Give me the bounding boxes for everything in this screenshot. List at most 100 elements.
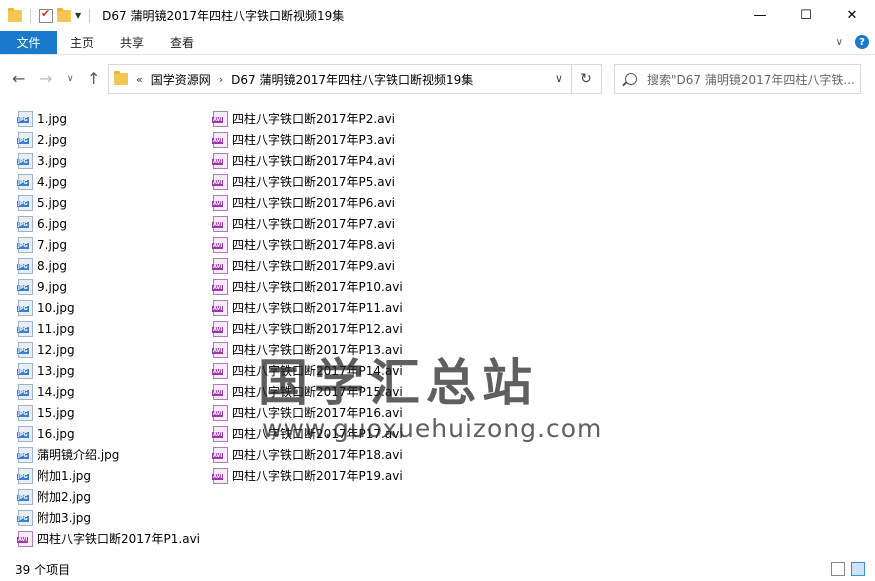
breadcrumb-separator-icon[interactable]: › <box>219 73 223 86</box>
new-folder-icon[interactable] <box>57 7 71 22</box>
avi-file-icon <box>212 467 228 484</box>
overflow-chevron-icon[interactable]: « <box>136 73 143 86</box>
tab-share[interactable]: 共享 <box>107 31 157 54</box>
file-item[interactable]: 14.jpg <box>17 381 200 402</box>
file-item[interactable]: 13.jpg <box>17 360 200 381</box>
forward-arrow-icon[interactable]: → <box>39 69 52 88</box>
file-item[interactable]: 9.jpg <box>17 276 200 297</box>
file-name: 四柱八字铁口断2017年P6.avi <box>232 196 396 210</box>
file-name: 7.jpg <box>37 237 68 252</box>
view-switcher <box>831 562 865 576</box>
file-item[interactable]: 四柱八字铁口断2017年P4.avi <box>212 150 403 171</box>
file-name: 15.jpg <box>37 405 75 420</box>
jpg-file-icon <box>17 173 33 190</box>
address-bar[interactable]: « 国学资源网 › D67 蒲明镜2017年四柱八字铁口断视频19集 ∨ <box>108 64 572 94</box>
file-item[interactable]: 四柱八字铁口断2017年P19.avi <box>212 465 403 486</box>
avi-file-icon <box>17 530 33 547</box>
file-item[interactable]: 四柱八字铁口断2017年P18.avi <box>212 444 403 465</box>
file-name: 1.jpg <box>37 111 68 126</box>
tab-view[interactable]: 查看 <box>157 31 207 54</box>
title-bar: ▼ D67 蒲明镜2017年四柱八字铁口断视频19集 — ☐ ✕ <box>0 0 875 31</box>
jpg-file-icon <box>17 152 33 169</box>
file-item[interactable]: 四柱八字铁口断2017年P3.avi <box>212 129 403 150</box>
search-input[interactable]: 搜索"D67 蒲明镜2017年四柱八字铁... <box>614 64 861 94</box>
file-item[interactable]: 四柱八字铁口断2017年P6.avi <box>212 192 403 213</box>
large-icons-view-icon[interactable] <box>851 562 865 576</box>
file-item[interactable]: 四柱八字铁口断2017年P11.avi <box>212 297 403 318</box>
file-item[interactable]: 四柱八字铁口断2017年P5.avi <box>212 171 403 192</box>
file-item[interactable]: 蒲明镜介绍.jpg <box>17 444 200 465</box>
search-placeholder: 搜索"D67 蒲明镜2017年四柱八字铁... <box>647 72 855 87</box>
file-name: 3.jpg <box>37 153 68 168</box>
avi-file-icon <box>212 173 228 190</box>
tab-file[interactable]: 文件 <box>0 31 57 54</box>
avi-file-icon <box>212 278 228 295</box>
file-name: 四柱八字铁口断2017年P12.avi <box>232 322 403 336</box>
file-item[interactable]: 6.jpg <box>17 213 200 234</box>
file-name: 6.jpg <box>37 216 68 231</box>
breadcrumb-current-folder[interactable]: D67 蒲明镜2017年四柱八字铁口断视频19集 <box>231 71 473 88</box>
file-name: 四柱八字铁口断2017年P13.avi <box>232 343 403 357</box>
file-item[interactable]: 1.jpg <box>17 108 200 129</box>
details-view-icon[interactable] <box>831 562 845 576</box>
file-item[interactable]: 4.jpg <box>17 171 200 192</box>
file-item[interactable]: 附加2.jpg <box>17 486 200 507</box>
file-item[interactable]: 四柱八字铁口断2017年P9.avi <box>212 255 403 276</box>
refresh-button[interactable]: ↻ <box>571 64 602 94</box>
file-item[interactable]: 四柱八字铁口断2017年P7.avi <box>212 213 403 234</box>
file-item[interactable]: 四柱八字铁口断2017年P2.avi <box>212 108 403 129</box>
maximize-button[interactable]: ☐ <box>783 0 829 31</box>
file-item[interactable]: 2.jpg <box>17 129 200 150</box>
search-icon <box>625 73 637 85</box>
file-item[interactable]: 四柱八字铁口断2017年P14.avi <box>212 360 403 381</box>
file-item[interactable]: 四柱八字铁口断2017年P12.avi <box>212 318 403 339</box>
expand-ribbon-icon[interactable]: ∨ <box>836 37 843 48</box>
properties-icon[interactable] <box>39 7 53 23</box>
file-item[interactable]: 四柱八字铁口断2017年P17.avi <box>212 423 403 444</box>
tab-home[interactable]: 主页 <box>57 31 107 54</box>
folder-icon <box>8 7 22 22</box>
file-item[interactable]: 5.jpg <box>17 192 200 213</box>
file-item[interactable]: 3.jpg <box>17 150 200 171</box>
help-icon[interactable]: ? <box>855 35 869 49</box>
up-arrow-icon[interactable]: ↑ <box>87 69 100 88</box>
file-name: 附加2.jpg <box>37 490 92 504</box>
file-item[interactable]: 11.jpg <box>17 318 200 339</box>
jpg-file-icon <box>17 509 33 526</box>
file-name: 四柱八字铁口断2017年P14.avi <box>232 364 403 378</box>
window-controls: — ☐ ✕ <box>737 0 875 31</box>
file-name: 16.jpg <box>37 426 75 441</box>
toolbar-divider <box>30 8 31 23</box>
file-name: 四柱八字铁口断2017年P3.avi <box>232 133 396 147</box>
file-item[interactable]: 15.jpg <box>17 402 200 423</box>
file-item[interactable]: 四柱八字铁口断2017年P16.avi <box>212 402 403 423</box>
jpg-file-icon <box>17 362 33 379</box>
file-name: 四柱八字铁口断2017年P4.avi <box>232 154 396 168</box>
file-item[interactable]: 16.jpg <box>17 423 200 444</box>
file-item[interactable]: 四柱八字铁口断2017年P13.avi <box>212 339 403 360</box>
file-item[interactable]: 四柱八字铁口断2017年P10.avi <box>212 276 403 297</box>
jpg-file-icon <box>17 320 33 337</box>
breadcrumb-guoxue[interactable]: 国学资源网 <box>151 71 211 88</box>
file-item[interactable]: 附加3.jpg <box>17 507 200 528</box>
folder-icon <box>114 71 128 85</box>
back-arrow-icon[interactable]: ← <box>12 69 25 88</box>
recent-locations-chevron-icon[interactable]: ∨ <box>67 74 74 84</box>
file-item[interactable]: 8.jpg <box>17 255 200 276</box>
file-item[interactable]: 四柱八字铁口断2017年P8.avi <box>212 234 403 255</box>
file-item[interactable]: 四柱八字铁口断2017年P1.avi <box>17 528 200 549</box>
jpg-file-icon <box>17 215 33 232</box>
file-item[interactable]: 四柱八字铁口断2017年P15.avi <box>212 381 403 402</box>
address-dropdown-icon[interactable]: ∨ <box>555 72 563 85</box>
close-button[interactable]: ✕ <box>829 0 875 31</box>
file-item[interactable]: 附加1.jpg <box>17 465 200 486</box>
file-name: 14.jpg <box>37 384 75 399</box>
file-item[interactable]: 10.jpg <box>17 297 200 318</box>
file-item[interactable]: 7.jpg <box>17 234 200 255</box>
file-name: 10.jpg <box>37 300 75 315</box>
avi-file-icon <box>212 257 228 274</box>
file-item[interactable]: 12.jpg <box>17 339 200 360</box>
customize-dropdown-icon[interactable]: ▼ <box>75 11 81 20</box>
minimize-button[interactable]: — <box>737 0 783 31</box>
avi-file-icon <box>212 320 228 337</box>
